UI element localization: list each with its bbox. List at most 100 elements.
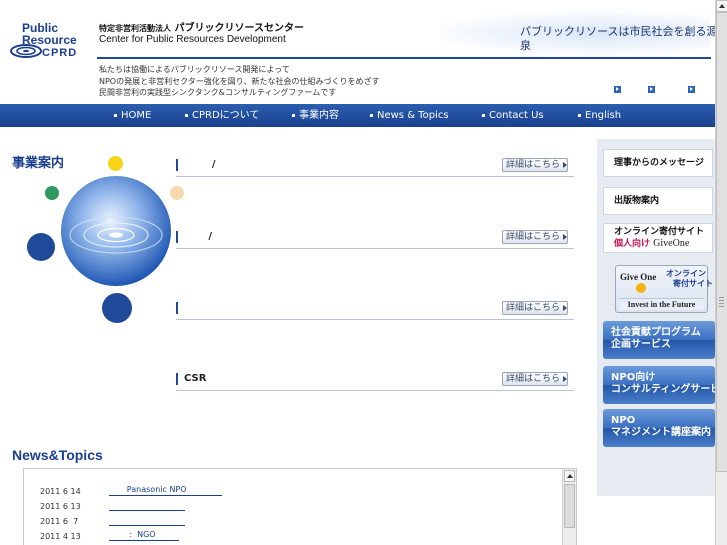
nav-label: News & Topics	[377, 110, 449, 121]
bullet-icon	[185, 113, 188, 117]
arrow-right-icon	[563, 304, 568, 311]
row-marker	[176, 302, 178, 314]
button-line: マネジメント講座案内	[611, 427, 711, 438]
details-label: 詳細はこちら	[506, 303, 561, 313]
news-date: 2011 6 7	[40, 517, 79, 526]
decor-yellow-dot	[108, 156, 123, 171]
tagline: パブリックリソースは市民社会を創る源泉	[520, 25, 718, 52]
sidebar: 理事からのメッセージ 出版物案内 オンライン寄付サイト 個人向け GiveOne…	[597, 139, 727, 496]
arrow-right-icon	[563, 161, 568, 168]
bullet-icon	[578, 113, 581, 117]
online-donation-line2: 個人向け GiveOne	[614, 238, 712, 250]
details-label: 詳細はこちら	[506, 160, 561, 170]
news-title: News&Topics	[12, 447, 103, 463]
service-label: /	[184, 159, 216, 170]
org-name-en: Center for Public Resources Development	[99, 34, 286, 45]
sun-icon	[636, 283, 646, 293]
window-scrollbar[interactable]	[715, 0, 727, 545]
scroll-up-icon[interactable]	[716, 0, 727, 12]
news-date: 2011 4 13	[40, 532, 81, 541]
bullet-icon	[482, 113, 485, 117]
site-logo[interactable]: Public Resource CPRD	[8, 22, 86, 64]
services-title: 事業案内	[12, 156, 65, 171]
intro-line: NPOの発展と非営利セクター強化を図り、新たな社会の仕組みづくりをめざす	[99, 76, 380, 86]
individual-label: 個人向け	[614, 239, 651, 249]
row-marker	[176, 373, 178, 385]
scroll-up-icon[interactable]	[564, 470, 575, 482]
news-list: 2011 6 14 Panasonic NPO 2011 6 13 2011 6…	[23, 468, 577, 545]
scroll-thumb[interactable]	[716, 12, 727, 472]
row-marker	[176, 159, 178, 171]
org-prefix: 特定非営利活動法人	[99, 24, 171, 33]
decor-green-dot	[45, 186, 59, 200]
utility-arrow-icon[interactable]	[614, 86, 621, 93]
scroll-grip-icon	[719, 297, 724, 309]
nav-label: 事業内容	[299, 110, 339, 121]
nav-label: CPRDについて	[192, 110, 260, 121]
row-marker	[176, 231, 178, 243]
npo-management-course-button[interactable]: NPO マネジメント講座案内	[603, 409, 715, 447]
button-line: コンサルティングサービス	[611, 384, 727, 395]
giveone-sub1: オンライン	[666, 269, 706, 278]
npo-consulting-button[interactable]: NPO向け コンサルティングサービス	[603, 366, 727, 404]
giveone-banner[interactable]: Give One オンライン 寄付サイト Invest in the Futur…	[615, 265, 713, 313]
main-nav: HOME CPRDについて 事業内容 News & Topics Contact…	[0, 104, 715, 127]
giveone-brand: Give One	[620, 272, 657, 282]
message-button[interactable]: 理事からのメッセージ	[603, 149, 713, 177]
button-line: NPO向け	[611, 372, 656, 383]
nav-label: HOME	[121, 110, 152, 121]
details-label: 詳細はこちら	[506, 232, 561, 242]
nav-label: Contact Us	[489, 110, 544, 121]
nav-home[interactable]: HOME	[114, 104, 151, 127]
details-button[interactable]: 詳細はこちら	[502, 301, 568, 315]
button-line: 企画サービス	[611, 339, 671, 350]
news-date: 2011 6 13	[40, 502, 81, 511]
giveone-slogan: Invest in the Future	[619, 298, 704, 310]
csr-program-button[interactable]: 社会貢献プログラム 企画サービス	[603, 321, 715, 359]
giveone-sub2: 寄付サイト	[673, 279, 713, 288]
decor-blue-dot	[102, 293, 132, 323]
logo-ripple-icon	[10, 44, 42, 58]
service-label: /	[184, 231, 213, 242]
bullet-icon	[292, 113, 295, 117]
nav-services[interactable]: 事業内容	[292, 104, 339, 127]
news-link[interactable]	[109, 499, 186, 511]
utility-arrow-icon[interactable]	[688, 86, 695, 93]
button-line: NPO	[611, 415, 636, 426]
news-date: 2011 6 14	[40, 487, 81, 496]
giveone-label: GiveOne	[653, 238, 690, 249]
service-row: / 詳細はこちら	[176, 229, 574, 249]
details-label: 詳細はこちら	[506, 374, 561, 384]
button-line: 社会貢献プログラム	[611, 327, 701, 338]
arrow-right-icon	[563, 233, 568, 240]
decor-blue-dot	[27, 233, 55, 261]
org-name: パブリックリソースセンター	[174, 23, 304, 34]
service-row: 詳細はこちら	[176, 300, 574, 320]
logo-line-3: CPRD	[42, 47, 78, 59]
intro-line: 私たちは協働によるパブリックリソース開発によって	[99, 65, 290, 74]
details-button[interactable]: 詳細はこちら	[502, 230, 568, 244]
utility-arrow-icon[interactable]	[648, 86, 655, 93]
header-divider	[97, 57, 711, 59]
details-button[interactable]: 詳細はこちら	[502, 372, 568, 386]
details-button[interactable]: 詳細はこちら	[502, 158, 568, 172]
scroll-thumb[interactable]	[564, 484, 575, 528]
nav-news[interactable]: News & Topics	[370, 104, 449, 127]
online-donation-button[interactable]: オンライン寄付サイト 個人向け GiveOne	[603, 223, 713, 253]
bullet-icon	[114, 113, 117, 117]
intro-text: 私たちは協働によるパブリックリソース開発によって NPOの発展と非営利セクター強…	[99, 64, 379, 99]
news-link[interactable]: : NGO	[109, 529, 179, 541]
news-link[interactable]	[109, 514, 186, 526]
service-row: / 詳細はこちら	[176, 157, 574, 177]
news-scrollbar[interactable]	[562, 469, 576, 545]
bullet-icon	[370, 113, 373, 117]
news-link[interactable]: Panasonic NPO	[109, 484, 223, 496]
publications-button[interactable]: 出版物案内	[603, 187, 713, 215]
service-label: CSR	[184, 373, 207, 384]
intro-line: 民間非営利の実践型シンクタンク&コンサルティングファームです	[99, 88, 337, 97]
arrow-right-icon	[563, 375, 568, 382]
online-donation-line1: オンライン寄付サイト	[614, 227, 705, 237]
nav-contact[interactable]: Contact Us	[482, 104, 544, 127]
nav-english[interactable]: English	[578, 104, 621, 127]
nav-about[interactable]: CPRDについて	[185, 104, 259, 127]
